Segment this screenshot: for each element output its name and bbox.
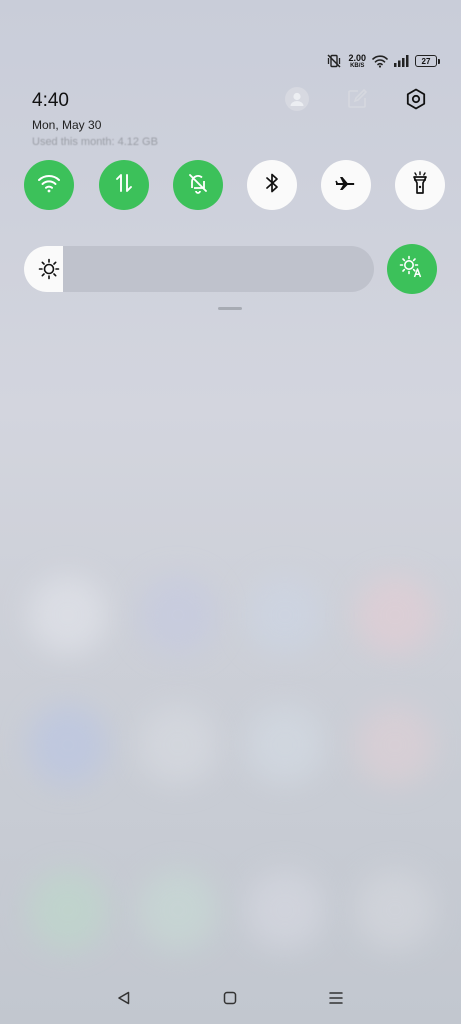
blurred-app-icon xyxy=(28,705,108,785)
wifi-icon xyxy=(37,172,61,199)
blurred-app-icon xyxy=(28,575,108,655)
network-speed-value: 2.00 xyxy=(348,52,366,63)
silent-toggle[interactable] xyxy=(173,160,223,210)
wifi-toggle[interactable] xyxy=(24,160,74,210)
user-icon xyxy=(284,86,310,117)
blurred-app-icon xyxy=(138,870,218,950)
blurred-app-icon xyxy=(245,705,325,785)
status-bar: 2.00 KB/S 27 xyxy=(326,52,440,70)
auto-brightness-button[interactable] xyxy=(387,244,437,294)
brightness-icon xyxy=(38,258,60,285)
home-icon xyxy=(222,990,238,1011)
panel-drag-handle[interactable] xyxy=(218,307,242,310)
network-speed-unit: KB/S xyxy=(350,62,365,69)
back-icon xyxy=(116,990,132,1011)
flashlight-toggle[interactable] xyxy=(395,160,445,210)
back-button[interactable] xyxy=(112,988,136,1012)
network-speed: 2.00 KB/S xyxy=(348,52,366,69)
signal-icon xyxy=(394,55,409,67)
blurred-app-icon xyxy=(28,870,108,950)
auto-brightness-icon xyxy=(399,255,425,284)
bell-off-icon xyxy=(187,172,209,199)
settings-icon xyxy=(404,87,428,116)
blurred-app-icon xyxy=(245,575,325,655)
brightness-slider[interactable] xyxy=(24,246,374,292)
user-button[interactable] xyxy=(284,86,310,117)
bluetooth-toggle[interactable] xyxy=(247,160,297,210)
settings-button[interactable] xyxy=(403,88,429,114)
mobile-data-toggle[interactable] xyxy=(99,160,149,210)
airplane-icon xyxy=(334,172,358,199)
edit-icon xyxy=(346,88,368,115)
wifi-icon xyxy=(372,54,388,68)
recents-icon xyxy=(328,990,344,1011)
data-usage-label: Used this month: 4.12 GB xyxy=(32,136,158,148)
battery-indicator: 27 xyxy=(415,55,440,67)
data-arrows-icon xyxy=(113,172,135,199)
blurred-app-icon xyxy=(245,870,325,950)
blurred-app-icon xyxy=(138,575,218,655)
blurred-app-icon xyxy=(355,705,435,785)
blurred-app-icon xyxy=(355,575,435,655)
bluetooth-icon xyxy=(262,172,282,199)
clock-time[interactable]: 4:40 xyxy=(32,90,69,112)
battery-level: 27 xyxy=(421,56,431,66)
vibrate-off-icon xyxy=(326,53,342,69)
date-label[interactable]: Mon, May 30 xyxy=(32,118,101,132)
flashlight-icon xyxy=(410,170,430,200)
home-button[interactable] xyxy=(218,988,242,1012)
blurred-app-icon xyxy=(355,870,435,950)
recents-button[interactable] xyxy=(324,988,348,1012)
airplane-toggle[interactable] xyxy=(321,160,371,210)
edit-button[interactable] xyxy=(344,88,370,114)
blurred-app-icon xyxy=(138,705,218,785)
